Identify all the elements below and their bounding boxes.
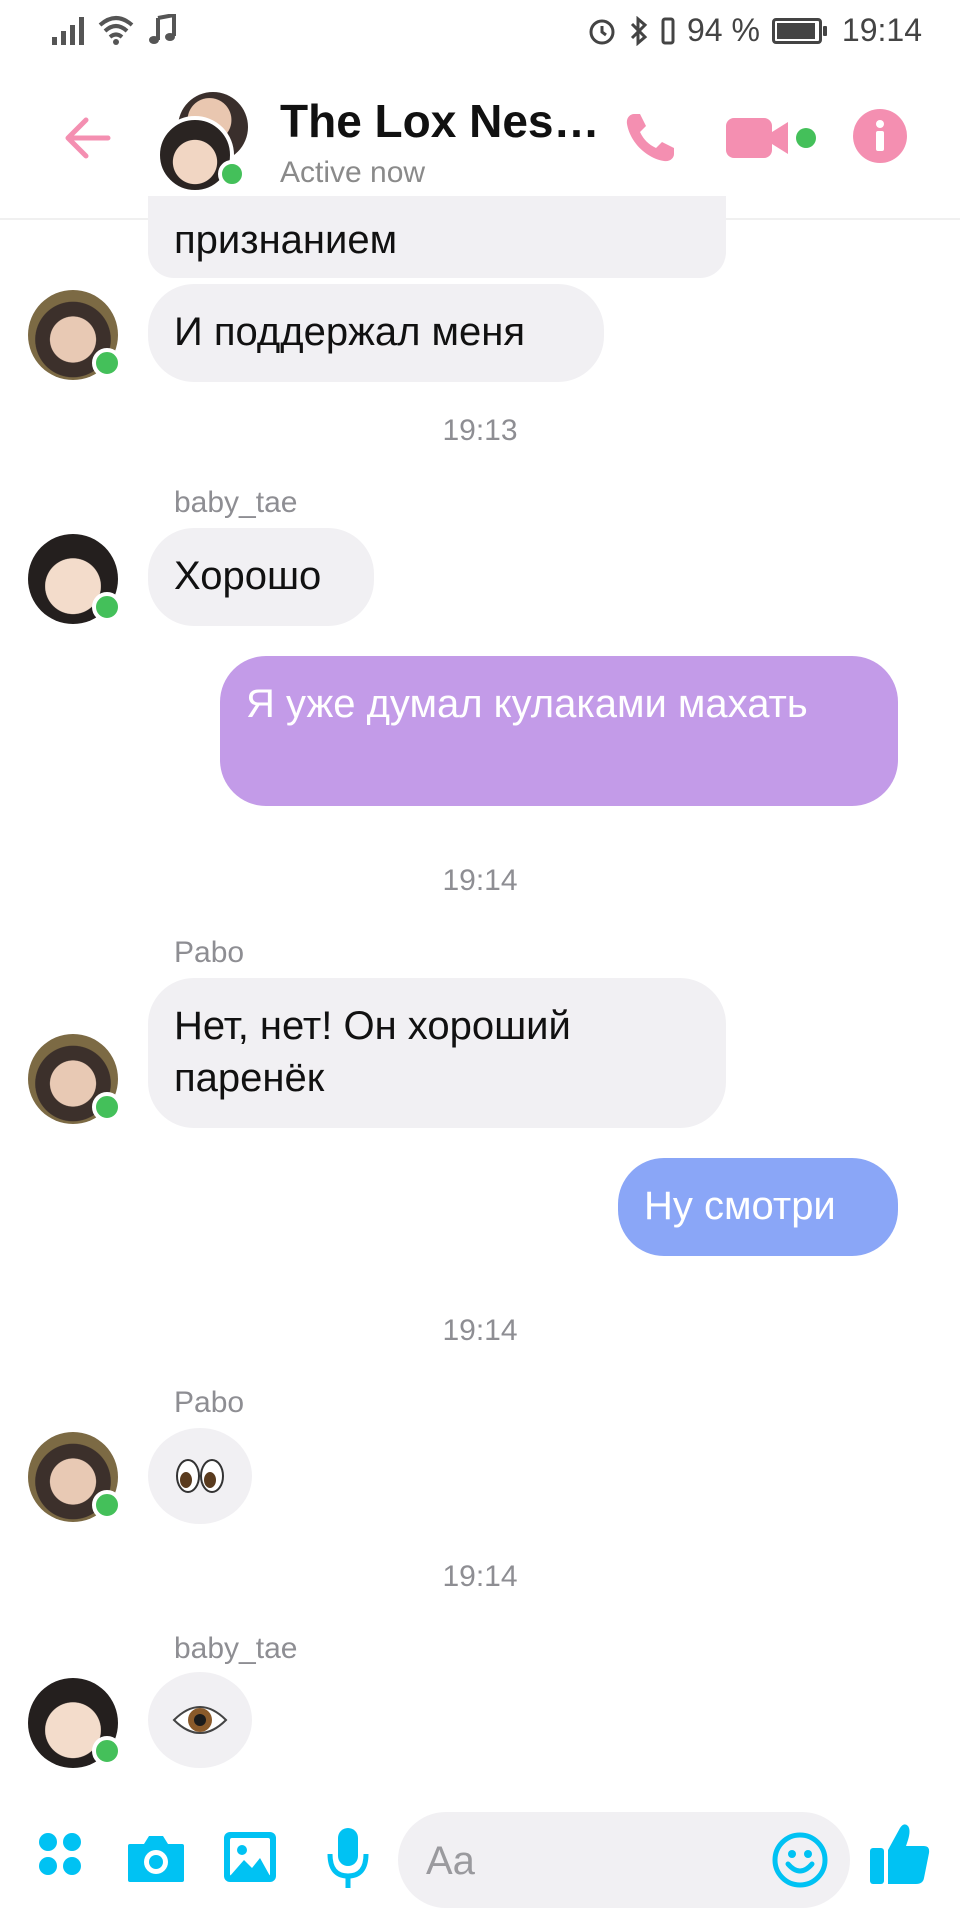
message-input[interactable]: [424, 1830, 758, 1892]
eye-emoji-icon: [172, 1706, 228, 1734]
eyes-emoji-icon: [176, 1459, 224, 1493]
incoming-message[interactable]: И поддержал меня: [148, 284, 604, 382]
sender-avatar[interactable]: [28, 1034, 122, 1124]
info-icon[interactable]: [852, 108, 908, 164]
sender-name: baby_tae: [174, 1632, 298, 1665]
sender-avatar[interactable]: [28, 534, 122, 624]
back-arrow-icon[interactable]: [58, 108, 118, 168]
status-time: 19:14: [841, 12, 922, 48]
sender-name: Pabo: [174, 936, 245, 969]
sender-avatar[interactable]: [28, 290, 122, 380]
emoji-smiley-icon[interactable]: [772, 1832, 828, 1888]
online-indicator: [218, 160, 246, 188]
video-call-icon[interactable]: [724, 108, 820, 168]
wifi-icon: [98, 16, 134, 45]
signal-icon: [52, 15, 84, 45]
timestamp: 19:13: [442, 414, 518, 447]
alarm-icon: [589, 19, 615, 44]
apps-grid-icon[interactable]: [36, 1830, 84, 1878]
emoji-message[interactable]: [148, 1428, 252, 1524]
battery-icon: [771, 17, 827, 44]
incoming-message[interactable]: Нет, нет! Он хороший паренёк: [148, 978, 726, 1128]
outgoing-message[interactable]: Ну смотри: [618, 1158, 898, 1256]
chat-title[interactable]: The Lox Nes…: [280, 94, 600, 148]
timestamp: 19:14: [442, 1560, 518, 1593]
status-bar: 94 % 19:14: [0, 0, 960, 64]
status-right: 94 % 19:14: [587, 12, 922, 49]
battery-percent: 94 %: [686, 12, 760, 48]
sender-avatar[interactable]: [28, 1432, 122, 1522]
sender-name: Pabo: [174, 1386, 245, 1419]
emoji-message[interactable]: [148, 1672, 252, 1768]
sender-name: baby_tae: [174, 486, 298, 519]
microphone-icon[interactable]: [326, 1826, 370, 1890]
message-input-box[interactable]: [398, 1812, 850, 1908]
outgoing-message[interactable]: Я уже думал кулаками махать: [220, 656, 898, 806]
timestamp: 19:14: [442, 864, 518, 897]
timestamp: 19:14: [442, 1314, 518, 1347]
online-indicator: [92, 1092, 122, 1122]
online-indicator: [92, 1736, 122, 1766]
message-composer: [0, 1800, 960, 1920]
incoming-message[interactable]: признанием: [148, 196, 726, 278]
online-indicator: [92, 592, 122, 622]
phone-call-icon[interactable]: [620, 108, 680, 168]
gallery-icon[interactable]: [222, 1830, 278, 1884]
group-avatar[interactable]: [156, 92, 250, 194]
thumbs-up-icon[interactable]: [868, 1820, 932, 1886]
status-left: [52, 14, 178, 46]
camera-icon[interactable]: [126, 1832, 186, 1884]
online-indicator: [92, 1490, 122, 1520]
active-status: Active now: [280, 156, 426, 189]
sender-avatar[interactable]: [28, 1678, 122, 1768]
online-indicator: [92, 348, 122, 378]
phone-battery-icon: [661, 17, 675, 44]
music-icon: [149, 14, 176, 44]
incoming-message[interactable]: Хорошо: [148, 528, 374, 626]
bluetooth-icon: [630, 15, 648, 46]
